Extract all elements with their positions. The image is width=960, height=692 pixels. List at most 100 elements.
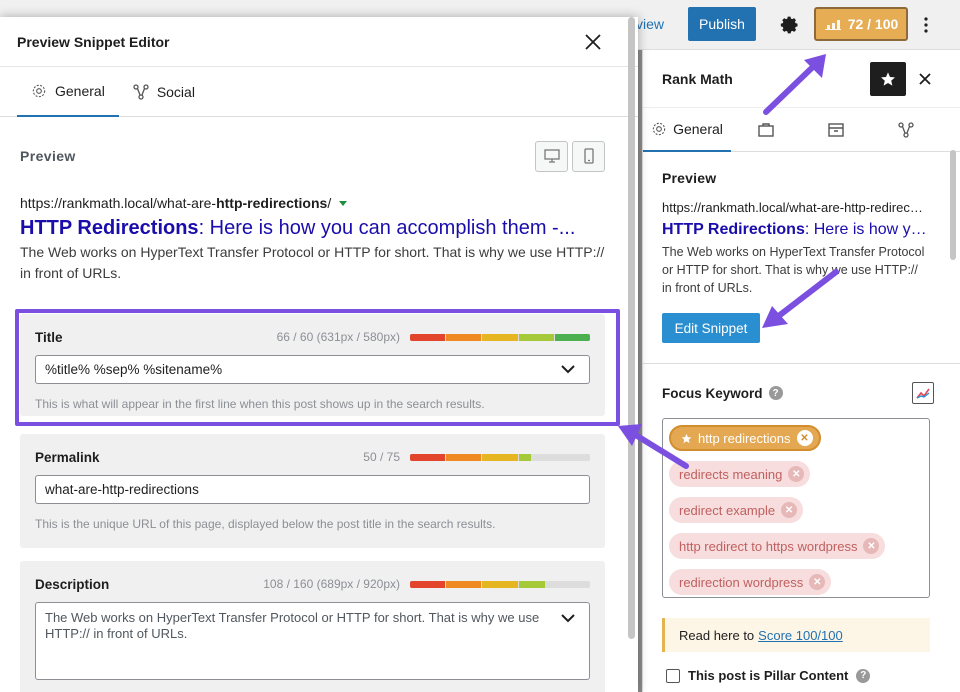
sidebar-close-button[interactable] [915, 69, 935, 89]
sidebar-preview-url: https://rankmath.local/what-are-http-red… [662, 200, 926, 215]
sidebar-tabs: General [643, 108, 960, 152]
meter-segment [410, 333, 446, 341]
seo-score-button[interactable]: 72 / 100 [814, 7, 908, 41]
gear-icon [652, 122, 666, 136]
tab-label: Social [156, 84, 195, 100]
keyword-chip-label: redirection wordpress [679, 574, 804, 590]
pillar-content-option: This post is Pillar Content ? [666, 668, 960, 683]
meter-segment [482, 580, 518, 588]
title-length-counter: 66 / 60 (631px / 580px) [276, 330, 400, 344]
keyword-trends-button[interactable] [912, 382, 934, 404]
rank-math-sidebar: Rank Math General Preview https://rankma… [642, 50, 960, 692]
modal-header: Preview Snippet Editor [0, 17, 638, 67]
permalink-input[interactable]: what-are-http-redirections [35, 475, 590, 504]
social-share-icon [133, 84, 149, 100]
score-notice: Read here to Score 100/100 [662, 618, 930, 652]
sidebar-tab-social[interactable] [871, 108, 941, 152]
close-icon [585, 34, 601, 50]
preview-link[interactable]: view [636, 16, 664, 32]
mobile-icon [583, 148, 594, 164]
sidebar-tab-general[interactable]: General [643, 108, 731, 152]
gear-icon [32, 84, 46, 98]
sidebar-title: Rank Math [662, 70, 733, 87]
briefcase-icon [758, 123, 774, 137]
permalink-field-label: Permalink [35, 449, 100, 465]
tab-label: General [55, 83, 105, 99]
description-textarea-value: The Web works on HyperText Transfer Prot… [45, 610, 540, 641]
description-textarea[interactable]: The Web works on HyperText Transfer Prot… [35, 602, 590, 680]
meter-segment [446, 580, 482, 588]
title-input-value: %title% %sep% %sitename% [45, 362, 223, 377]
sidebar-tab-label: General [673, 121, 723, 137]
serp-url: https://rankmath.local/what-are-http-red… [20, 195, 618, 211]
tab-social[interactable]: Social [119, 67, 209, 117]
title-help-text: This is what will appear in the first li… [35, 397, 485, 411]
gear-icon [780, 16, 798, 34]
caret-down-icon [339, 200, 348, 206]
title-field-group: Title 66 / 60 (631px / 580px) %title% %s… [20, 314, 605, 416]
modal-body: Preview https://rankmath.local/what-are-… [0, 117, 638, 284]
remove-keyword-icon[interactable]: ✕ [781, 502, 798, 518]
meter-segment [446, 453, 482, 461]
sidebar-tab-advanced[interactable] [731, 108, 801, 152]
remove-keyword-icon[interactable]: ✕ [863, 538, 880, 554]
kebab-menu-icon [924, 17, 928, 33]
desktop-preview-button[interactable] [535, 140, 568, 172]
keyword-chip[interactable]: redirects meaning ✕ [669, 461, 811, 487]
permalink-length-counter: 50 / 75 [363, 450, 400, 464]
title-field-label: Title [35, 329, 63, 345]
title-input[interactable]: %title% %sep% %sitename% [35, 355, 590, 384]
modal-title: Preview Snippet Editor [17, 33, 170, 50]
score-100-link[interactable]: Score 100/100 [758, 628, 843, 643]
modal-tabs: General Social [0, 67, 638, 117]
preview-snippet-editor-modal: Preview Snippet Editor General Social Pr… [0, 17, 638, 692]
keyword-chip[interactable]: redirection wordpress ✕ [669, 569, 832, 595]
pillar-content-checkbox[interactable] [666, 668, 680, 683]
sidebar-title-rest: : Here is how you can accomplish them -.… [804, 221, 928, 238]
remove-keyword-icon[interactable]: ✕ [796, 430, 813, 446]
remove-keyword-icon[interactable]: ✕ [788, 466, 805, 482]
sidebar-preview-title: HTTP Redirections: Here is how you can a… [662, 221, 928, 239]
modal-close-button[interactable] [582, 31, 604, 53]
meter-segment [482, 453, 518, 461]
star-icon [881, 72, 895, 86]
meter-segment [518, 333, 554, 341]
sidebar-preview-heading: Preview [662, 170, 717, 186]
permalink-help-text: This is the unique URL of this page, dis… [35, 517, 496, 531]
pin-star-button[interactable] [870, 62, 906, 96]
rank-math-logo-icon [824, 20, 841, 30]
sidebar-header: Rank Math [643, 50, 960, 108]
modal-scrollbar[interactable] [628, 17, 635, 639]
serp-url-prefix: https://rankmath.local/what-are- [20, 195, 217, 211]
tab-general[interactable]: General [17, 67, 119, 117]
more-options-button[interactable] [916, 11, 936, 39]
settings-button[interactable] [776, 11, 804, 39]
edit-snippet-button[interactable]: Edit Snippet [662, 313, 760, 343]
mobile-preview-button[interactable] [572, 140, 605, 172]
serp-title-bold: HTTP Redirections [20, 217, 199, 239]
sidebar-preview-section: Preview https://rankmath.local/what-are-… [643, 152, 960, 343]
meter-segment [446, 333, 482, 341]
sidebar-scrollbar[interactable] [950, 150, 956, 260]
trend-chart-icon [916, 388, 930, 399]
sidebar-preview-description: The Web works on HyperText Transfer Prot… [662, 245, 925, 295]
focus-keyword-input[interactable]: http redirections ✕ redirects meaning ✕ r… [662, 418, 930, 598]
keyword-chip-primary[interactable]: http redirections ✕ [669, 425, 821, 451]
meter-segment [518, 580, 545, 588]
meter-segment [518, 453, 531, 461]
publish-button[interactable]: Publish [688, 7, 756, 41]
help-icon[interactable]: ? [768, 386, 783, 400]
description-length-counter: 108 / 160 (689px / 920px) [263, 577, 400, 591]
sidebar-title-bold: HTTP Redirections [662, 221, 805, 238]
chevron-down-icon[interactable] [561, 365, 575, 374]
keyword-chip[interactable]: http redirect to https wordpress ✕ [669, 533, 886, 559]
serp-title-rest: : Here is how you can accomplish them -.… [198, 217, 576, 239]
notice-text: Read here to [679, 627, 755, 643]
keyword-chip-label: redirects meaning [679, 466, 783, 482]
remove-keyword-icon[interactable]: ✕ [809, 574, 826, 590]
sidebar-tab-schema[interactable] [801, 108, 871, 152]
serp-description: The Web works on HyperText Transfer Prot… [20, 244, 605, 281]
keyword-chip[interactable]: redirect example ✕ [669, 497, 804, 523]
help-icon[interactable]: ? [856, 668, 871, 683]
chevron-down-icon[interactable] [561, 614, 575, 623]
